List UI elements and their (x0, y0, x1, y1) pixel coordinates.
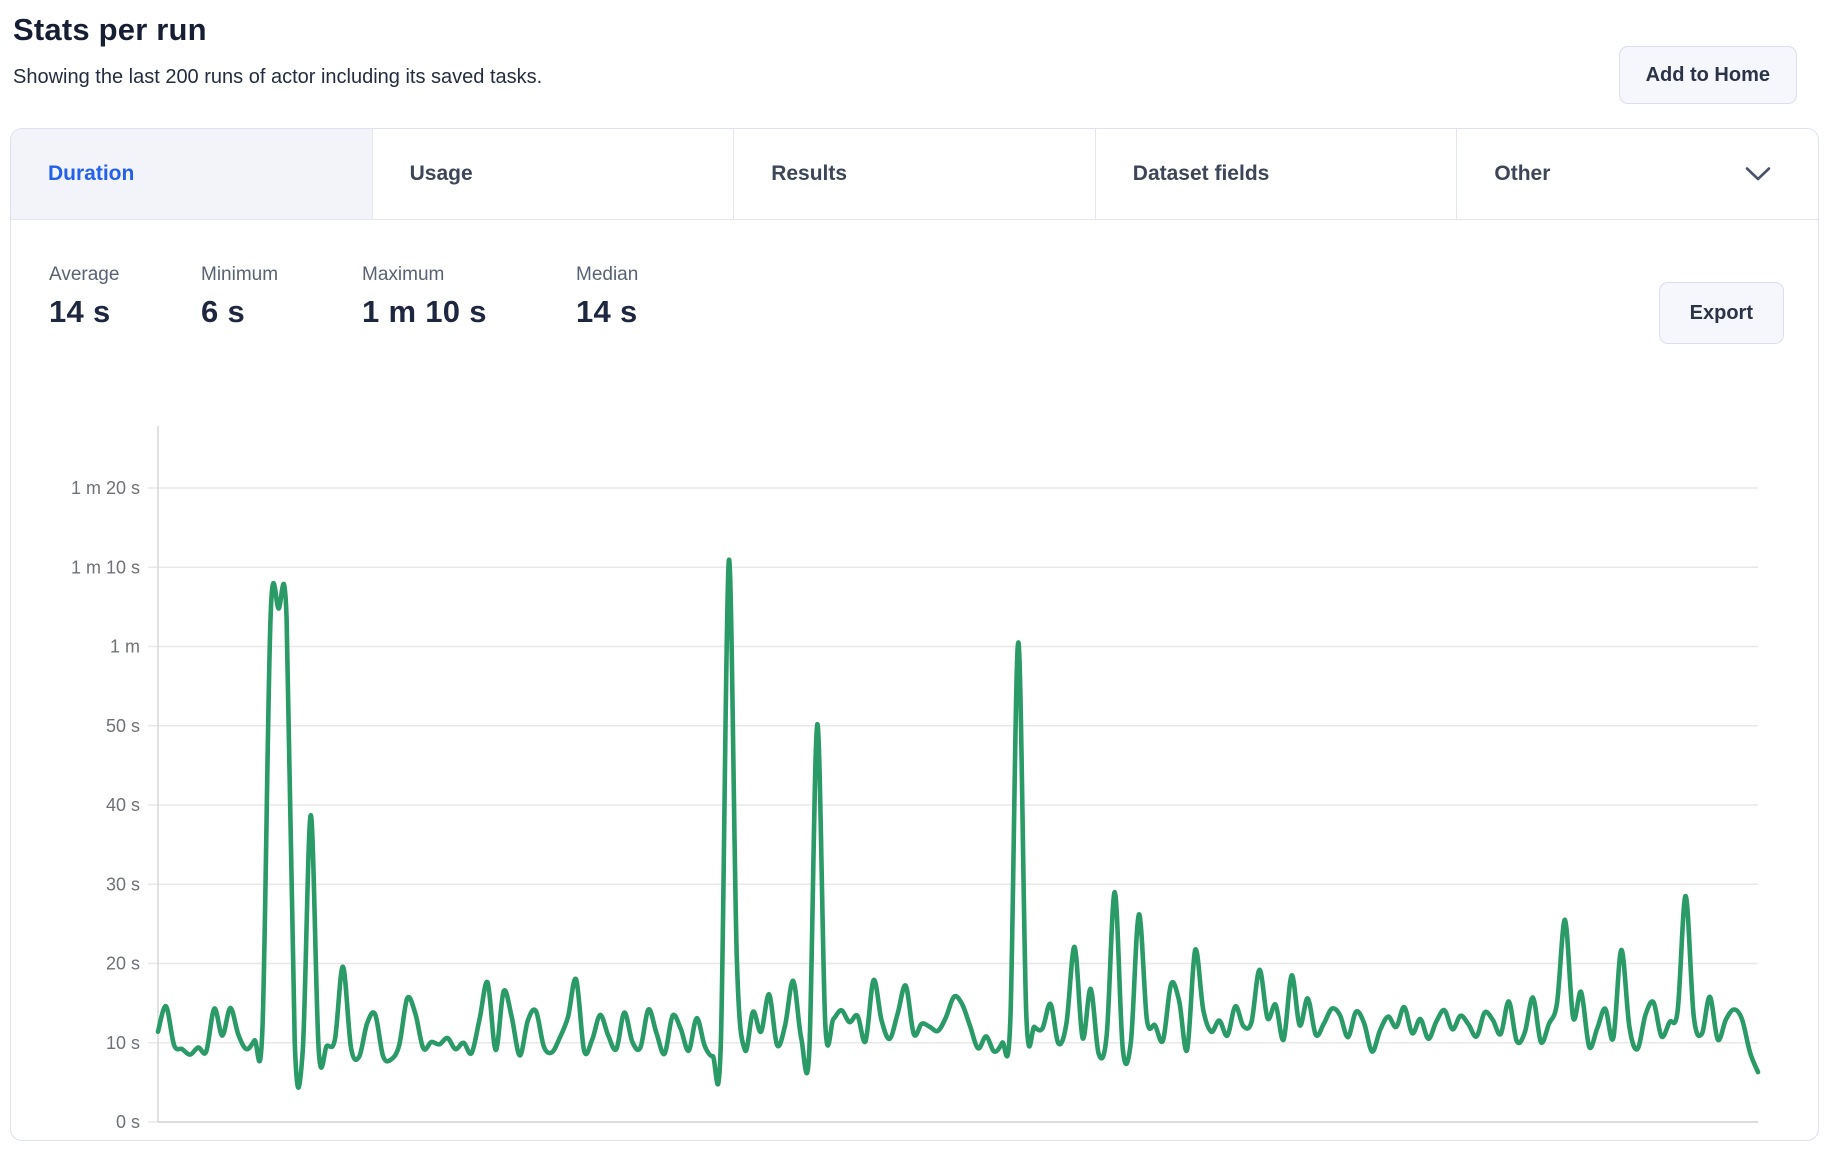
tab-usage-label: Usage (410, 162, 473, 186)
chart-panel: Average 14 s Minimum 6 s Maximum 1 m 10 … (11, 220, 1818, 1140)
add-to-home-button[interactable]: Add to Home (1619, 46, 1797, 104)
svg-text:40 s: 40 s (106, 795, 140, 815)
duration-line-chart-svg: 0 s 10 s 20 s 30 s 40 s 50 s 1 m 1 m 10 s 1 m 20… (11, 410, 1818, 1140)
stat-maximum-value: 1 m 10 s (362, 294, 487, 330)
export-button[interactable]: Export (1659, 282, 1784, 344)
svg-text:1 m 20 s: 1 m 20 s (71, 478, 140, 498)
svg-text:1 m 10 s: 1 m 10 s (71, 557, 140, 577)
svg-text:20 s: 20 s (106, 954, 140, 974)
duration-chart: 0 s 10 s 20 s 30 s 40 s 50 s 1 m 1 m 10 s 1 m 20… (11, 410, 1818, 1140)
svg-text:10 s: 10 s (106, 1033, 140, 1053)
tab-other-label: Other (1494, 162, 1550, 186)
tab-results[interactable]: Results (734, 129, 1096, 219)
stat-median-label: Median (576, 264, 638, 286)
stat-minimum: Minimum 6 s (201, 264, 278, 330)
chevron-down-icon (1744, 166, 1772, 183)
stat-minimum-label: Minimum (201, 264, 278, 286)
tab-duration[interactable]: Duration (11, 129, 373, 219)
tab-other[interactable]: Other (1457, 129, 1818, 219)
stats-card: Duration Usage Results Dataset fields Ot… (10, 128, 1819, 1141)
stat-maximum-label: Maximum (362, 264, 487, 286)
stat-average-label: Average (49, 264, 119, 286)
tab-dataset-fields-label: Dataset fields (1133, 162, 1270, 186)
stat-average: Average 14 s (49, 264, 119, 330)
svg-text:50 s: 50 s (106, 716, 140, 736)
svg-text:1 m: 1 m (110, 637, 140, 657)
svg-text:30 s: 30 s (106, 874, 140, 894)
stats-per-run-page: Stats per run Showing the last 200 runs … (0, 0, 1834, 1160)
stat-median-value: 14 s (576, 294, 638, 330)
tab-dataset-fields[interactable]: Dataset fields (1096, 129, 1458, 219)
tab-usage[interactable]: Usage (373, 129, 735, 219)
stat-minimum-value: 6 s (201, 294, 278, 330)
tab-bar: Duration Usage Results Dataset fields Ot… (11, 129, 1818, 220)
stat-median: Median 14 s (576, 264, 638, 330)
stat-maximum: Maximum 1 m 10 s (362, 264, 487, 330)
page-title: Stats per run (13, 12, 207, 48)
tab-duration-label: Duration (48, 162, 134, 186)
svg-text:0 s: 0 s (116, 1112, 140, 1132)
tab-results-label: Results (771, 162, 847, 186)
stat-average-value: 14 s (49, 294, 119, 330)
page-subtitle: Showing the last 200 runs of actor inclu… (13, 66, 542, 89)
